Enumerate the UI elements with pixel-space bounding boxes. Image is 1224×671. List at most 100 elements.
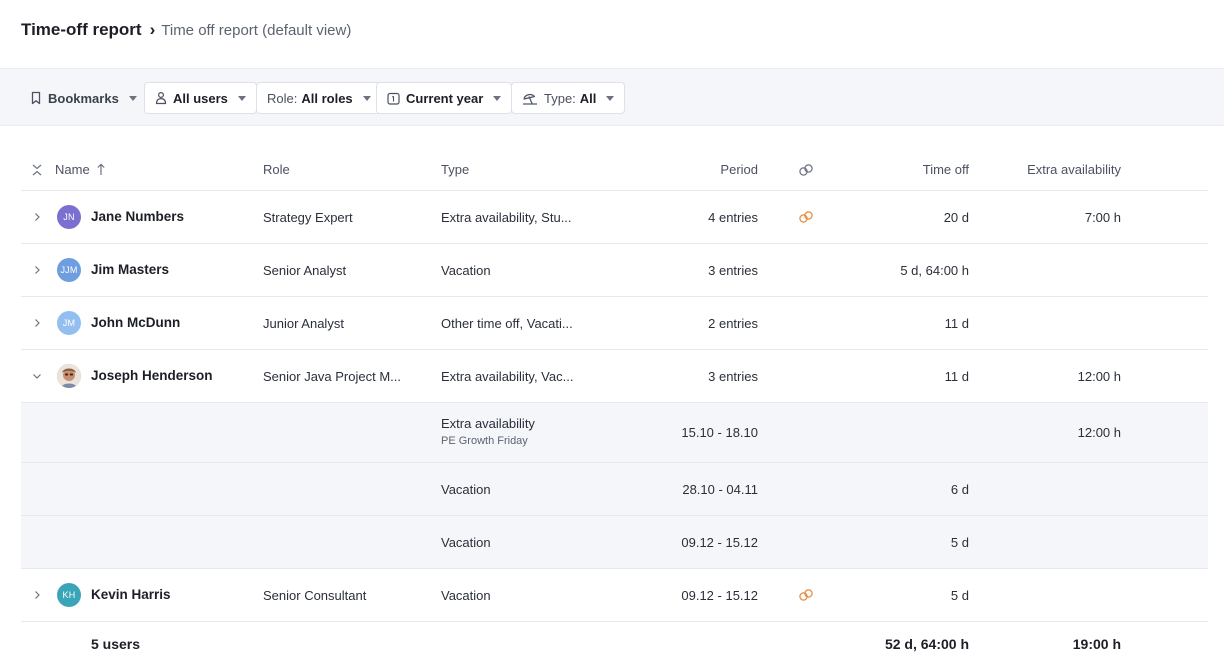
period-value: 2 entries <box>708 316 758 331</box>
user-name[interactable]: Jane Numbers <box>91 209 184 224</box>
avatar: JJM <box>57 258 81 282</box>
extra-availability-value: 12:00 h <box>1077 369 1121 384</box>
table-row[interactable]: JM John McDunn Junior Analyst Other time… <box>21 297 1208 350</box>
time-off-value: 11 d <box>944 316 969 331</box>
chevron-right-icon[interactable] <box>31 317 43 329</box>
user-role: Senior Consultant <box>263 588 367 603</box>
user-role: Senior Java Project M... <box>263 369 401 384</box>
period-value: 3 entries <box>708 263 758 278</box>
column-header-time-off[interactable]: Time off <box>923 162 969 177</box>
entry-period: 28.10 - 04.11 <box>682 482 758 497</box>
report-table: Name Role Type Period Time off Extra ava… <box>21 148 1208 668</box>
period-value: 4 entries <box>708 210 758 225</box>
entry-extra-availability: 12:00 h <box>1077 425 1121 440</box>
user-role: Senior Analyst <box>263 263 347 278</box>
beach-umbrella-icon <box>523 93 537 105</box>
entry-type-label: Vacation <box>441 535 491 550</box>
time-off-type: Vacation <box>441 588 491 603</box>
period-value: 3 entries <box>708 369 758 384</box>
column-header-extra-availability[interactable]: Extra availability <box>1027 162 1121 177</box>
table-row[interactable]: JN Jane Numbers Strategy Expert Extra av… <box>21 191 1208 244</box>
table-header: Name Role Type Period Time off Extra ava… <box>21 148 1208 191</box>
chevron-down-icon <box>493 95 502 101</box>
entry-period: 09.12 - 15.12 <box>681 535 758 550</box>
type-filter-label: Type: <box>544 90 576 106</box>
type-filter-value: All <box>579 90 597 106</box>
column-header-role[interactable]: Role <box>263 162 290 177</box>
total-extra-availability: 19:00 h <box>1072 636 1121 652</box>
breadcrumb-separator: › <box>149 20 156 39</box>
avatar-photo <box>57 364 81 388</box>
period-filter[interactable]: Current year <box>376 82 513 114</box>
view-name[interactable]: Time off report (default view) <box>161 22 351 39</box>
person-photo-icon <box>57 364 81 388</box>
time-off-value: 5 d <box>950 588 969 603</box>
extra-availability-value: 7:00 h <box>1084 210 1121 225</box>
time-off-value: 20 d <box>943 210 969 225</box>
chevron-down-icon <box>606 95 615 101</box>
chevron-down-icon <box>237 95 246 101</box>
calendar-icon <box>387 92 400 105</box>
bookmark-icon <box>31 91 41 105</box>
user-icon <box>155 91 167 105</box>
user-name[interactable]: Jim Masters <box>91 262 169 277</box>
total-users: 5 users <box>91 636 141 652</box>
link-icon[interactable] <box>798 210 814 224</box>
entry-type-label: Vacation <box>441 482 491 497</box>
table-row-expanded[interactable]: Joseph Henderson Senior Java Project M..… <box>21 350 1208 403</box>
entry-row[interactable]: Vacation 28.10 - 04.11 6 d <box>21 463 1208 516</box>
entry-note: PE Growth Friday <box>441 435 528 447</box>
table-row[interactable]: JJM Jim Masters Senior Analyst Vacation … <box>21 244 1208 297</box>
user-name[interactable]: Joseph Henderson <box>91 368 213 383</box>
column-header-name[interactable]: Name <box>55 162 90 177</box>
entry-row[interactable]: Vacation 09.12 - 15.12 5 d <box>21 516 1208 569</box>
total-time-off: 52 d, 64:00 h <box>884 636 969 652</box>
chevron-down-icon[interactable] <box>31 370 43 382</box>
user-role: Strategy Expert <box>263 210 353 225</box>
avatar: JM <box>57 311 81 335</box>
user-name[interactable]: John McDunn <box>91 315 180 330</box>
sort-ascending-icon[interactable] <box>96 163 106 176</box>
table-row[interactable]: KH Kevin Harris Senior Consultant Vacati… <box>21 569 1208 622</box>
table-footer-totals: 5 users 52 d, 64:00 h 19:00 h <box>21 622 1208 668</box>
users-filter[interactable]: All users <box>144 82 257 114</box>
chevron-down-icon <box>362 95 371 101</box>
filter-toolbar: Bookmarks All users Role: All roles Curr… <box>0 68 1224 126</box>
type-filter[interactable]: Type: All <box>511 82 626 114</box>
time-off-type: Other time off, Vacati... <box>441 316 573 331</box>
avatar: JN <box>57 205 81 229</box>
report-title[interactable]: Time-off report <box>21 20 142 40</box>
time-off-type: Extra availability, Vac... <box>441 369 574 384</box>
bookmarks-label: Bookmarks <box>48 90 119 106</box>
chevron-right-icon[interactable] <box>31 589 43 601</box>
period-value: 09.12 - 15.12 <box>681 588 758 603</box>
link-icon[interactable] <box>798 588 814 602</box>
page-header: Time-off report › Time off report (defau… <box>21 20 351 42</box>
link-icon[interactable] <box>798 163 814 177</box>
role-filter-label: Role: <box>267 90 298 106</box>
role-filter-value: All roles <box>301 90 353 106</box>
time-off-type: Vacation <box>441 263 491 278</box>
bookmarks-button[interactable]: Bookmarks <box>20 82 147 114</box>
entry-type-label: Extra availability <box>441 416 535 431</box>
column-header-type[interactable]: Type <box>441 162 469 177</box>
entry-type: Extra availability PE Growth Friday <box>441 416 535 447</box>
time-off-value: 11 d <box>944 369 969 384</box>
entry-time-off: 5 d <box>950 535 969 550</box>
role-filter[interactable]: Role: All roles <box>256 82 382 114</box>
period-filter-value: Current year <box>406 90 484 106</box>
user-name[interactable]: Kevin Harris <box>91 587 171 602</box>
chevron-down-icon <box>128 95 137 101</box>
time-off-type: Extra availability, Stu... <box>441 210 572 225</box>
avatar: KH <box>57 583 81 607</box>
entry-row[interactable]: Extra availability PE Growth Friday 15.1… <box>21 403 1208 463</box>
chevron-right-icon[interactable] <box>31 211 43 223</box>
time-off-value: 5 d, 64:00 h <box>900 263 969 278</box>
collapse-all-icon[interactable] <box>31 163 43 177</box>
users-filter-value: All users <box>173 90 228 106</box>
user-role: Junior Analyst <box>263 316 344 331</box>
entry-time-off: 6 d <box>950 482 969 497</box>
chevron-right-icon[interactable] <box>31 264 43 276</box>
column-header-period[interactable]: Period <box>720 162 758 177</box>
entry-period: 15.10 - 18.10 <box>681 425 758 440</box>
